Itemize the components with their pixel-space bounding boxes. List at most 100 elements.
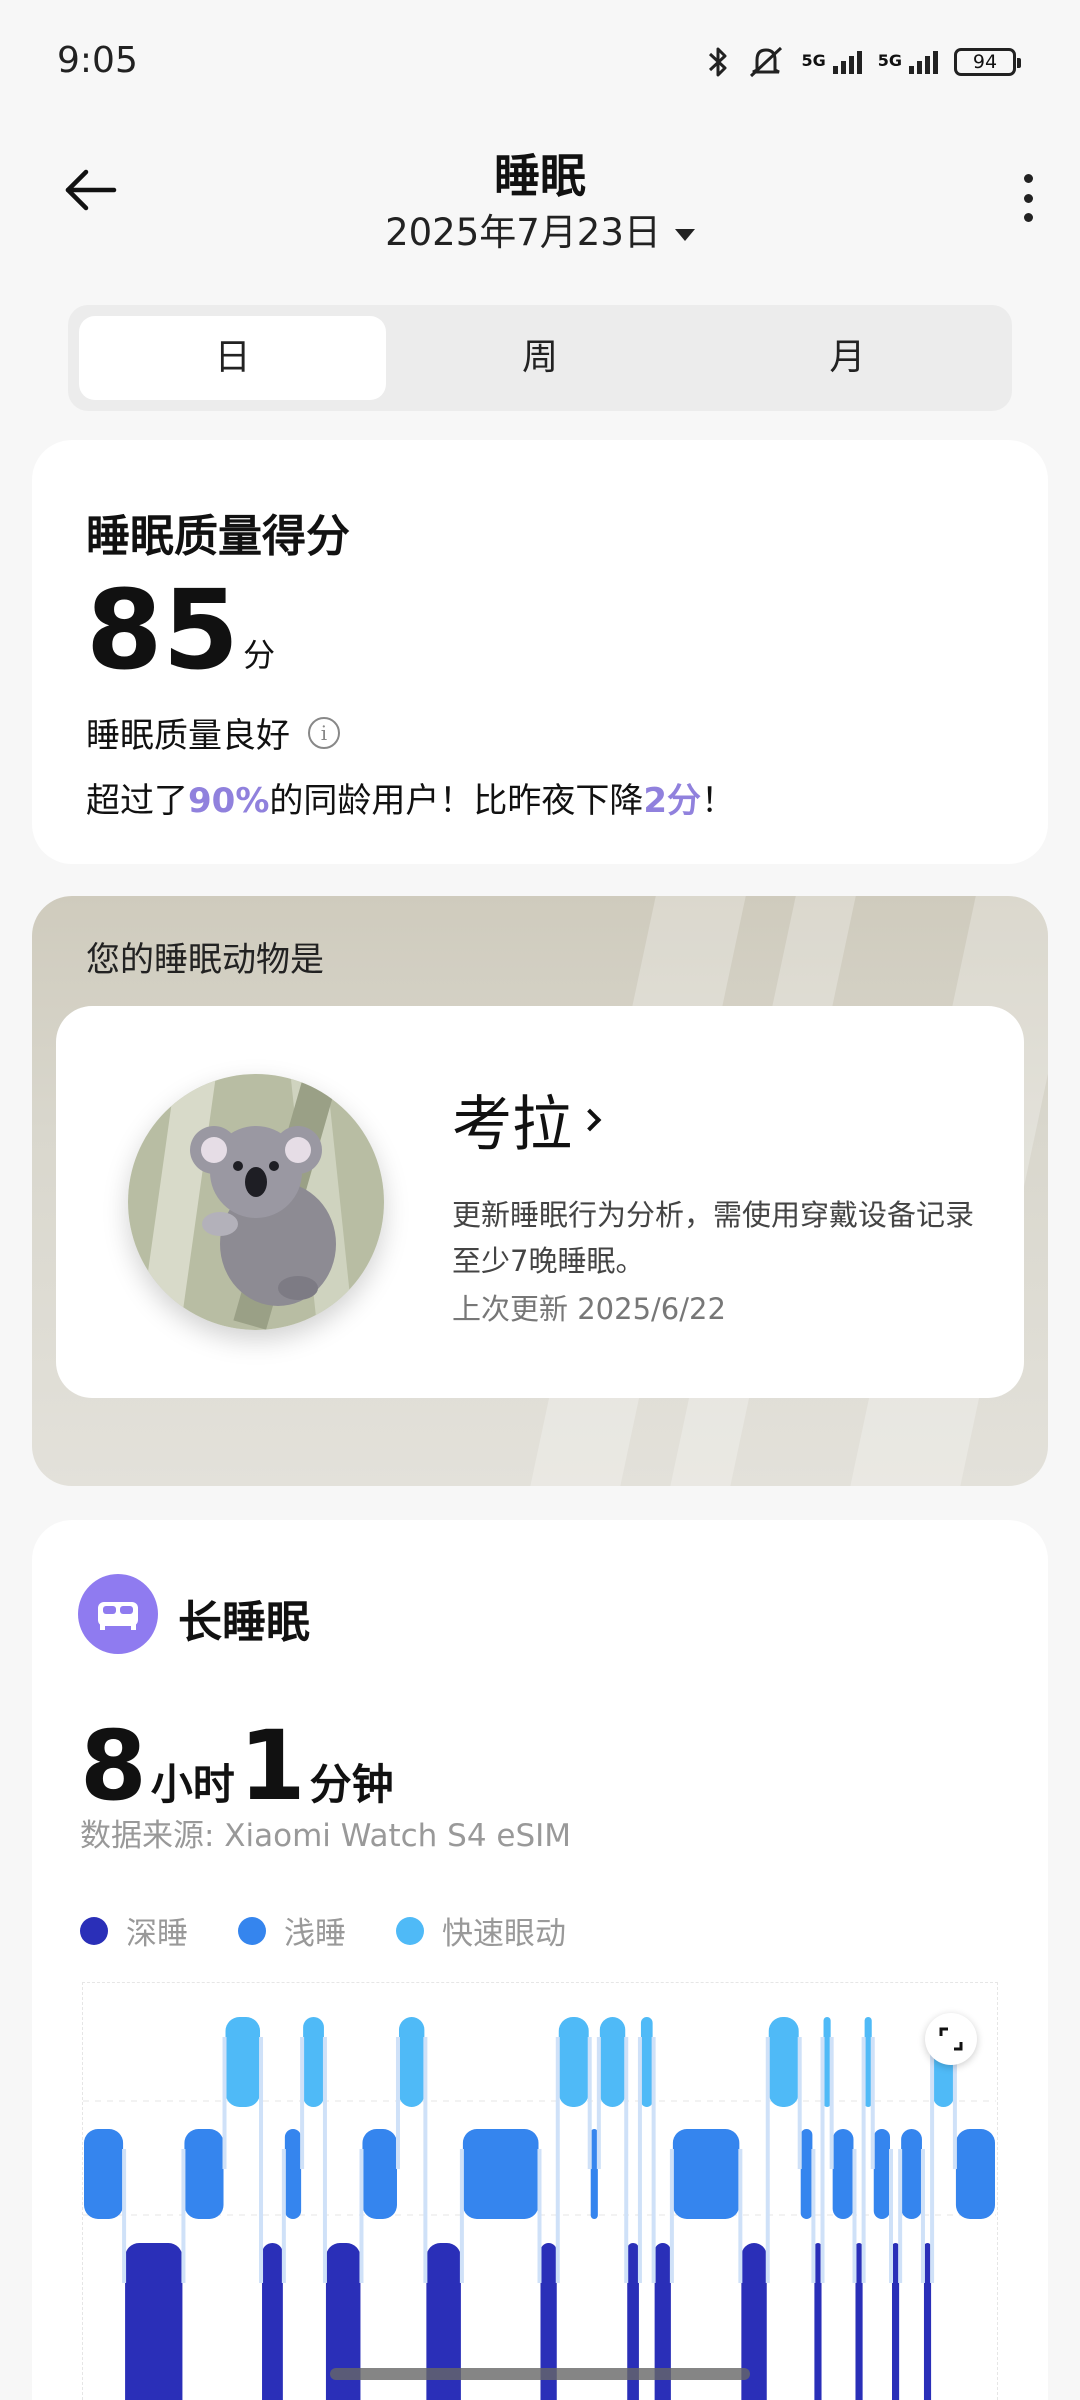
legend-rem: 快速眼动 xyxy=(396,1908,566,1953)
data-source: 数据来源: Xiaomi Watch S4 eSIM xyxy=(80,1818,572,1854)
stage-connector xyxy=(181,2149,186,2283)
score-quality: 睡眠质量良好 i xyxy=(86,708,1048,757)
stage-connector xyxy=(587,2037,592,2169)
status-bar: 9:05 5G 5G 94 xyxy=(0,0,1080,130)
stage-connector xyxy=(624,2037,629,2283)
stage-bar-light xyxy=(832,2129,854,2219)
long-sleep-card: 长睡眠 8 小时 1 分钟 数据来源: Xiaomi Watch S4 eSIM… xyxy=(32,1520,1048,2400)
stage-bar-deep xyxy=(814,2243,822,2400)
sleep-stage-svg xyxy=(83,2017,996,2400)
date-label: 2025年7月23日 xyxy=(385,211,661,254)
stage-connector xyxy=(359,2149,364,2283)
compare-middle: 的同龄用户！比昨夜下降 xyxy=(269,781,644,821)
stage-connector xyxy=(829,2037,834,2169)
compare-prefix: 超过了 xyxy=(86,781,188,821)
stage-bar-rem xyxy=(398,2017,425,2107)
stage-bar-rem xyxy=(864,2017,872,2107)
stage-connector xyxy=(300,2037,305,2169)
legend-deep-dot xyxy=(80,1916,108,1945)
animal-label: 您的睡眠动物是 xyxy=(86,940,324,980)
animal-name[interactable]: 考拉 xyxy=(452,1076,602,1163)
tab-month[interactable]: 月 xyxy=(694,316,1001,400)
chevron-right-icon xyxy=(578,1108,602,1131)
stage-connector xyxy=(797,2037,802,2169)
info-icon[interactable]: i xyxy=(308,716,340,749)
stage-connector xyxy=(459,2149,464,2283)
koala-icon xyxy=(128,1074,384,1330)
stage-connector xyxy=(122,2149,127,2283)
score-unit: 分 xyxy=(243,636,276,674)
chart-legend: 深睡 浅睡 快速眼动 xyxy=(80,1908,566,1953)
koala-avatar xyxy=(128,1074,384,1330)
animal-name-text: 考拉 xyxy=(452,1090,572,1160)
stage-bar-deep xyxy=(262,2243,283,2400)
more-dot-icon xyxy=(1023,193,1033,203)
sleep-stage-chart[interactable] xyxy=(82,1982,998,2400)
stage-connector xyxy=(898,2149,903,2283)
tab-day[interactable]: 日 xyxy=(79,316,387,400)
legend-deep: 深睡 xyxy=(80,1908,188,1953)
legend-deep-label: 深睡 xyxy=(126,1916,188,1952)
caret-down-icon xyxy=(674,228,695,241)
stage-bar-deep xyxy=(923,2243,932,2400)
long-sleep-title: 长睡眠 xyxy=(178,1597,310,1648)
stage-bar-rem xyxy=(225,2017,261,2107)
legend-rem-label: 快速眼动 xyxy=(442,1916,566,1952)
period-tabs: 日 周 月 xyxy=(68,305,1012,411)
stage-bar-deep xyxy=(125,2243,183,2400)
legend-light-label: 浅睡 xyxy=(284,1916,346,1952)
stage-connector xyxy=(222,2037,227,2169)
stage-connector xyxy=(738,2149,743,2283)
animal-detail[interactable]: 考拉 更新睡眠行为分析，需使用穿戴设备记录至少7晚睡眠。 上次更新 2025/6… xyxy=(56,1006,1024,1398)
stage-connector xyxy=(596,2037,601,2169)
stage-bar-light xyxy=(800,2129,813,2219)
stage-bar-rem xyxy=(768,2017,799,2107)
more-options-button[interactable] xyxy=(1016,168,1040,228)
network-label: 5G xyxy=(877,50,902,70)
score-comparison: 超过了90%的同龄用户！比昨夜下降2分！ xyxy=(86,773,1048,822)
stage-bar-light xyxy=(284,2129,302,2219)
score-value: 85 xyxy=(86,566,240,694)
stage-bar-light xyxy=(184,2129,224,2219)
stage-connector xyxy=(281,2149,286,2283)
score-title: 睡眠质量得分 xyxy=(86,511,350,562)
mute-icon xyxy=(750,46,783,78)
stage-bar-light xyxy=(362,2129,397,2219)
status-icons: 5G 5G 94 xyxy=(705,44,1021,80)
stage-bar-rem xyxy=(823,2017,831,2107)
stage-connector xyxy=(820,2037,825,2283)
page-title: 睡眠 xyxy=(494,149,586,203)
tab-week[interactable]: 周 xyxy=(386,316,693,400)
status-time: 9:05 xyxy=(57,40,138,81)
duration-minutes: 1 xyxy=(238,1710,306,1822)
duration-hours: 8 xyxy=(80,1710,147,1822)
date-picker[interactable]: 2025年7月23日 xyxy=(0,202,1080,256)
stage-connector xyxy=(651,2037,656,2283)
score-row: 85 分 xyxy=(86,566,1048,694)
animal-updated: 上次更新 2025/6/22 xyxy=(452,1292,726,1326)
legend-light: 浅睡 xyxy=(238,1908,346,1953)
stage-connector xyxy=(861,2037,866,2283)
home-indicator[interactable] xyxy=(330,2368,750,2380)
expand-button[interactable] xyxy=(925,2013,977,2065)
stage-bar-rem xyxy=(599,2017,626,2107)
stage-connector xyxy=(920,2149,925,2283)
stage-connector xyxy=(423,2037,428,2283)
stage-bar-light xyxy=(873,2129,891,2219)
more-dot-icon xyxy=(1023,213,1033,222)
duration-minutes-unit: 分钟 xyxy=(309,1760,394,1809)
stage-bar-light xyxy=(84,2129,124,2219)
app-header: 睡眠 2025年7月23日 xyxy=(0,130,1080,270)
stage-connector xyxy=(555,2037,560,2283)
duration-hours-unit: 小时 xyxy=(150,1760,235,1809)
expand-icon xyxy=(939,2027,963,2051)
stage-bar-light xyxy=(462,2129,539,2219)
bed-icon xyxy=(78,1574,158,1654)
stage-connector xyxy=(637,2037,642,2283)
sleep-duration: 8 小时 1 分钟 xyxy=(80,1710,398,1822)
sleep-score-card: 睡眠质量得分 85 分 睡眠质量良好 i 超过了90%的同龄用户！比昨夜下降2分… xyxy=(32,440,1048,864)
signal-5g-icon: 5G xyxy=(877,50,938,74)
stage-connector xyxy=(669,2149,674,2283)
legend-light-dot xyxy=(238,1916,266,1945)
animal-description: 更新睡眠行为分析，需使用穿戴设备记录至少7晚睡眠。 xyxy=(452,1198,975,1278)
